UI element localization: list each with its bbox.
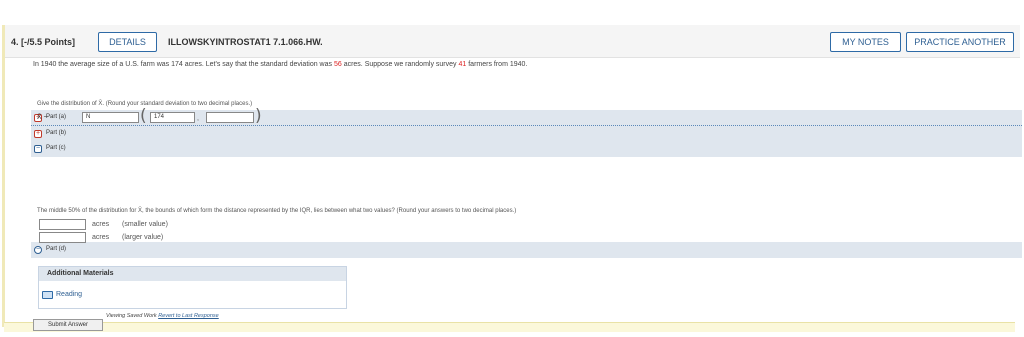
- part-a-label: Part (a): [46, 114, 67, 120]
- acres-unit-2: acres: [92, 234, 110, 241]
- question-container: 4. [-/5.5 Points] DETAILS ILLOWSKYINTROS…: [2, 25, 1022, 327]
- distribution-input[interactable]: N: [82, 112, 139, 123]
- question-header: 4. [-/5.5 Points] DETAILS ILLOWSKYINTROS…: [5, 25, 1020, 58]
- expand-icon: +: [34, 130, 42, 138]
- details-button[interactable]: DETAILS: [98, 32, 157, 52]
- submit-answer-button[interactable]: Submit Answer: [33, 319, 103, 331]
- part-c-header[interactable]: − Part (c): [31, 141, 1022, 157]
- question-intro: In 1940 the average size of a U.S. farm …: [33, 61, 528, 68]
- assignment-id: ILLOWSKYINTROSTAT1 7.1.066.HW.: [168, 37, 323, 47]
- acres-unit-1: acres: [92, 221, 110, 228]
- comma-separator: ,: [197, 115, 199, 122]
- collapse-icon: −: [34, 145, 42, 153]
- my-notes-button[interactable]: MY NOTES: [830, 32, 901, 52]
- practice-another-button[interactable]: PRACTICE ANOTHER: [906, 32, 1014, 52]
- revert-link[interactable]: Revert to Last Response: [158, 313, 219, 319]
- collapse-icon: −: [34, 246, 42, 254]
- paren-open: (: [140, 106, 147, 126]
- status-bar: [4, 322, 1015, 332]
- part-d-header[interactable]: − Part (d): [31, 242, 1022, 258]
- question-number: 4. [-/5.5 Points]: [11, 37, 76, 47]
- part-d-label: Part (d): [46, 246, 67, 252]
- larger-value-input[interactable]: [39, 232, 86, 243]
- part-c-label: Part (c): [46, 145, 66, 151]
- viewing-status: Viewing Saved Work Revert to Last Respon…: [106, 313, 219, 319]
- sd-input[interactable]: [206, 112, 254, 123]
- smaller-value-input[interactable]: [39, 219, 86, 230]
- part-c-body: [31, 157, 1022, 242]
- larger-value-label: (larger value): [122, 234, 164, 241]
- mean-input[interactable]: 174: [150, 112, 195, 123]
- xbar-label: X̄ ~: [37, 114, 48, 121]
- additional-materials-title: Additional Materials: [39, 267, 346, 281]
- smaller-value-label: (smaller value): [122, 221, 168, 228]
- part-b-label: Part (b): [46, 130, 67, 136]
- part-b-header[interactable]: + Part (b): [31, 126, 1022, 142]
- reading-link[interactable]: Reading: [56, 291, 82, 298]
- part-d-instruction: The middle 50% of the distribution for X…: [37, 208, 517, 214]
- additional-materials: Additional Materials Reading: [38, 266, 347, 309]
- book-icon: [42, 291, 53, 299]
- sd-highlight: 56: [333, 61, 342, 68]
- paren-close: ): [255, 106, 262, 126]
